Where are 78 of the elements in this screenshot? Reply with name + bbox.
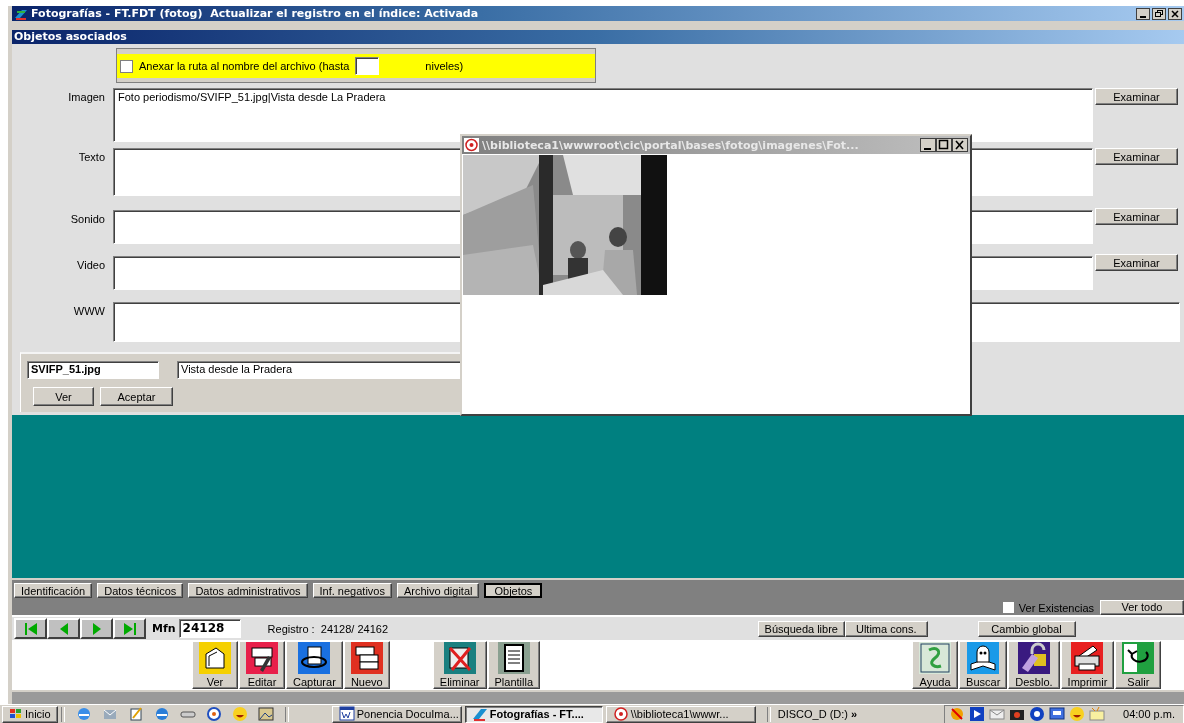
browse-button[interactable]: Examinar [1095,208,1178,225]
filename-field[interactable]: SVIFP_51.jpg [27,361,159,379]
tab[interactable]: Objetos [484,583,543,598]
clock: 04:00 p.m. [1123,708,1175,720]
dialog-button[interactable]: Ver [33,387,94,406]
record-counter: Registro : 24128/ 24162 [267,622,390,635]
toolbar-button[interactable]: Nuevo [343,641,390,689]
taskbar-button[interactable]: Fotografías - FT.... [464,705,603,723]
last-icon [121,620,138,637]
field-label: Sonido [69,212,105,225]
previous-record-button[interactable] [47,618,80,639]
app-logo-icon [471,706,488,722]
toolbar-button[interactable]: Plantilla [487,641,541,689]
field-label: Imagen [67,90,105,103]
taskbar-button[interactable]: \\biblioteca1\wwwr... [605,705,756,723]
monitor-icon[interactable] [1049,706,1065,722]
padlock-icon [1017,642,1050,674]
toolbar-button[interactable]: Ayuda [912,641,959,689]
close-icon[interactable] [952,138,968,152]
close-icon[interactable] [1168,7,1182,20]
browse-button[interactable]: Examinar [1095,148,1178,165]
start-button[interactable]: Inicio [2,705,58,723]
search-button[interactable]: Búsqueda libre [757,620,845,637]
cross-icon [443,642,476,674]
viewer-logo-icon [464,138,479,152]
more-button[interactable]: » [850,708,858,720]
field-label: Texto [77,150,105,163]
option-label: niveles) [425,60,464,72]
levels-field[interactable] [355,57,380,75]
field-label: Video [76,258,105,271]
toolbar-button[interactable]: Capturar [286,641,343,689]
checkbox-label: Ver Existencias [1018,601,1094,614]
windows-logo-icon [9,708,23,720]
last-record-button[interactable] [113,618,146,639]
toolbar-button[interactable]: Editar [239,641,285,689]
search-button[interactable]: Ultima cons. [844,620,928,637]
text-field[interactable]: Foto periodismo/SVIFP_51.jpg|Vista desde La Pradera [113,88,1093,142]
picture-icon[interactable] [257,706,274,722]
mfn-field[interactable]: 24128 [178,619,241,638]
tab[interactable]: Datos administrativos [188,583,308,598]
show-all-button[interactable]: Ver todo [1100,600,1184,615]
browse-button[interactable]: Examinar [1095,88,1178,105]
smiley-icon[interactable] [1069,706,1085,722]
mfn-label: Mfn [152,622,176,635]
tab[interactable]: Inf. negativos [312,583,392,598]
minimize-icon[interactable] [920,138,936,152]
dialog-button[interactable]: Aceptar [100,387,173,406]
field-label: WWW [72,304,105,317]
toolbar-button[interactable]: Buscar [959,641,1008,689]
first-icon [22,620,39,637]
tab[interactable]: Datos técnicos [97,583,184,598]
toolbar-button[interactable]: Imprimir [1060,641,1115,689]
checkbox[interactable] [1001,601,1015,614]
maximize-icon[interactable] [936,138,952,152]
toolbar-label: DISCO_D (D:) [777,708,848,720]
app-logo-icon [14,7,28,20]
toolbar-button[interactable]: Eliminar [432,641,487,689]
notepad-icon[interactable] [127,706,144,722]
toolbar-button[interactable]: Desblo. [1008,641,1060,689]
media-icon[interactable] [205,706,222,722]
tab[interactable]: Identificación [14,583,93,598]
restore-icon[interactable] [1152,7,1166,20]
next-record-button[interactable] [80,618,113,639]
window-title: Fotografías - FT.FDT (fotog) Actualizar el registro en el índice: Activada [31,7,480,20]
toolbar-button[interactable]: Salir [1115,641,1162,689]
panel-title: Objetos asociados [12,30,1184,44]
swirl-icon [919,642,952,674]
smiley-icon[interactable] [231,706,248,722]
taskbar-button[interactable]: Ponencia DocuIma... [331,705,462,723]
global-change-button[interactable]: Cambio global [977,620,1076,637]
tab[interactable]: Archivo digital [396,583,480,598]
option-label: Anexar la ruta al nombre del archivo (hasta [139,60,350,72]
checkbox[interactable] [120,59,133,73]
first-record-button[interactable] [14,618,47,639]
browse-button[interactable]: Examinar [1095,254,1178,271]
toolbar-button[interactable]: Ver [192,641,238,689]
minimize-icon[interactable] [1136,7,1150,20]
play-icon[interactable] [969,706,985,722]
